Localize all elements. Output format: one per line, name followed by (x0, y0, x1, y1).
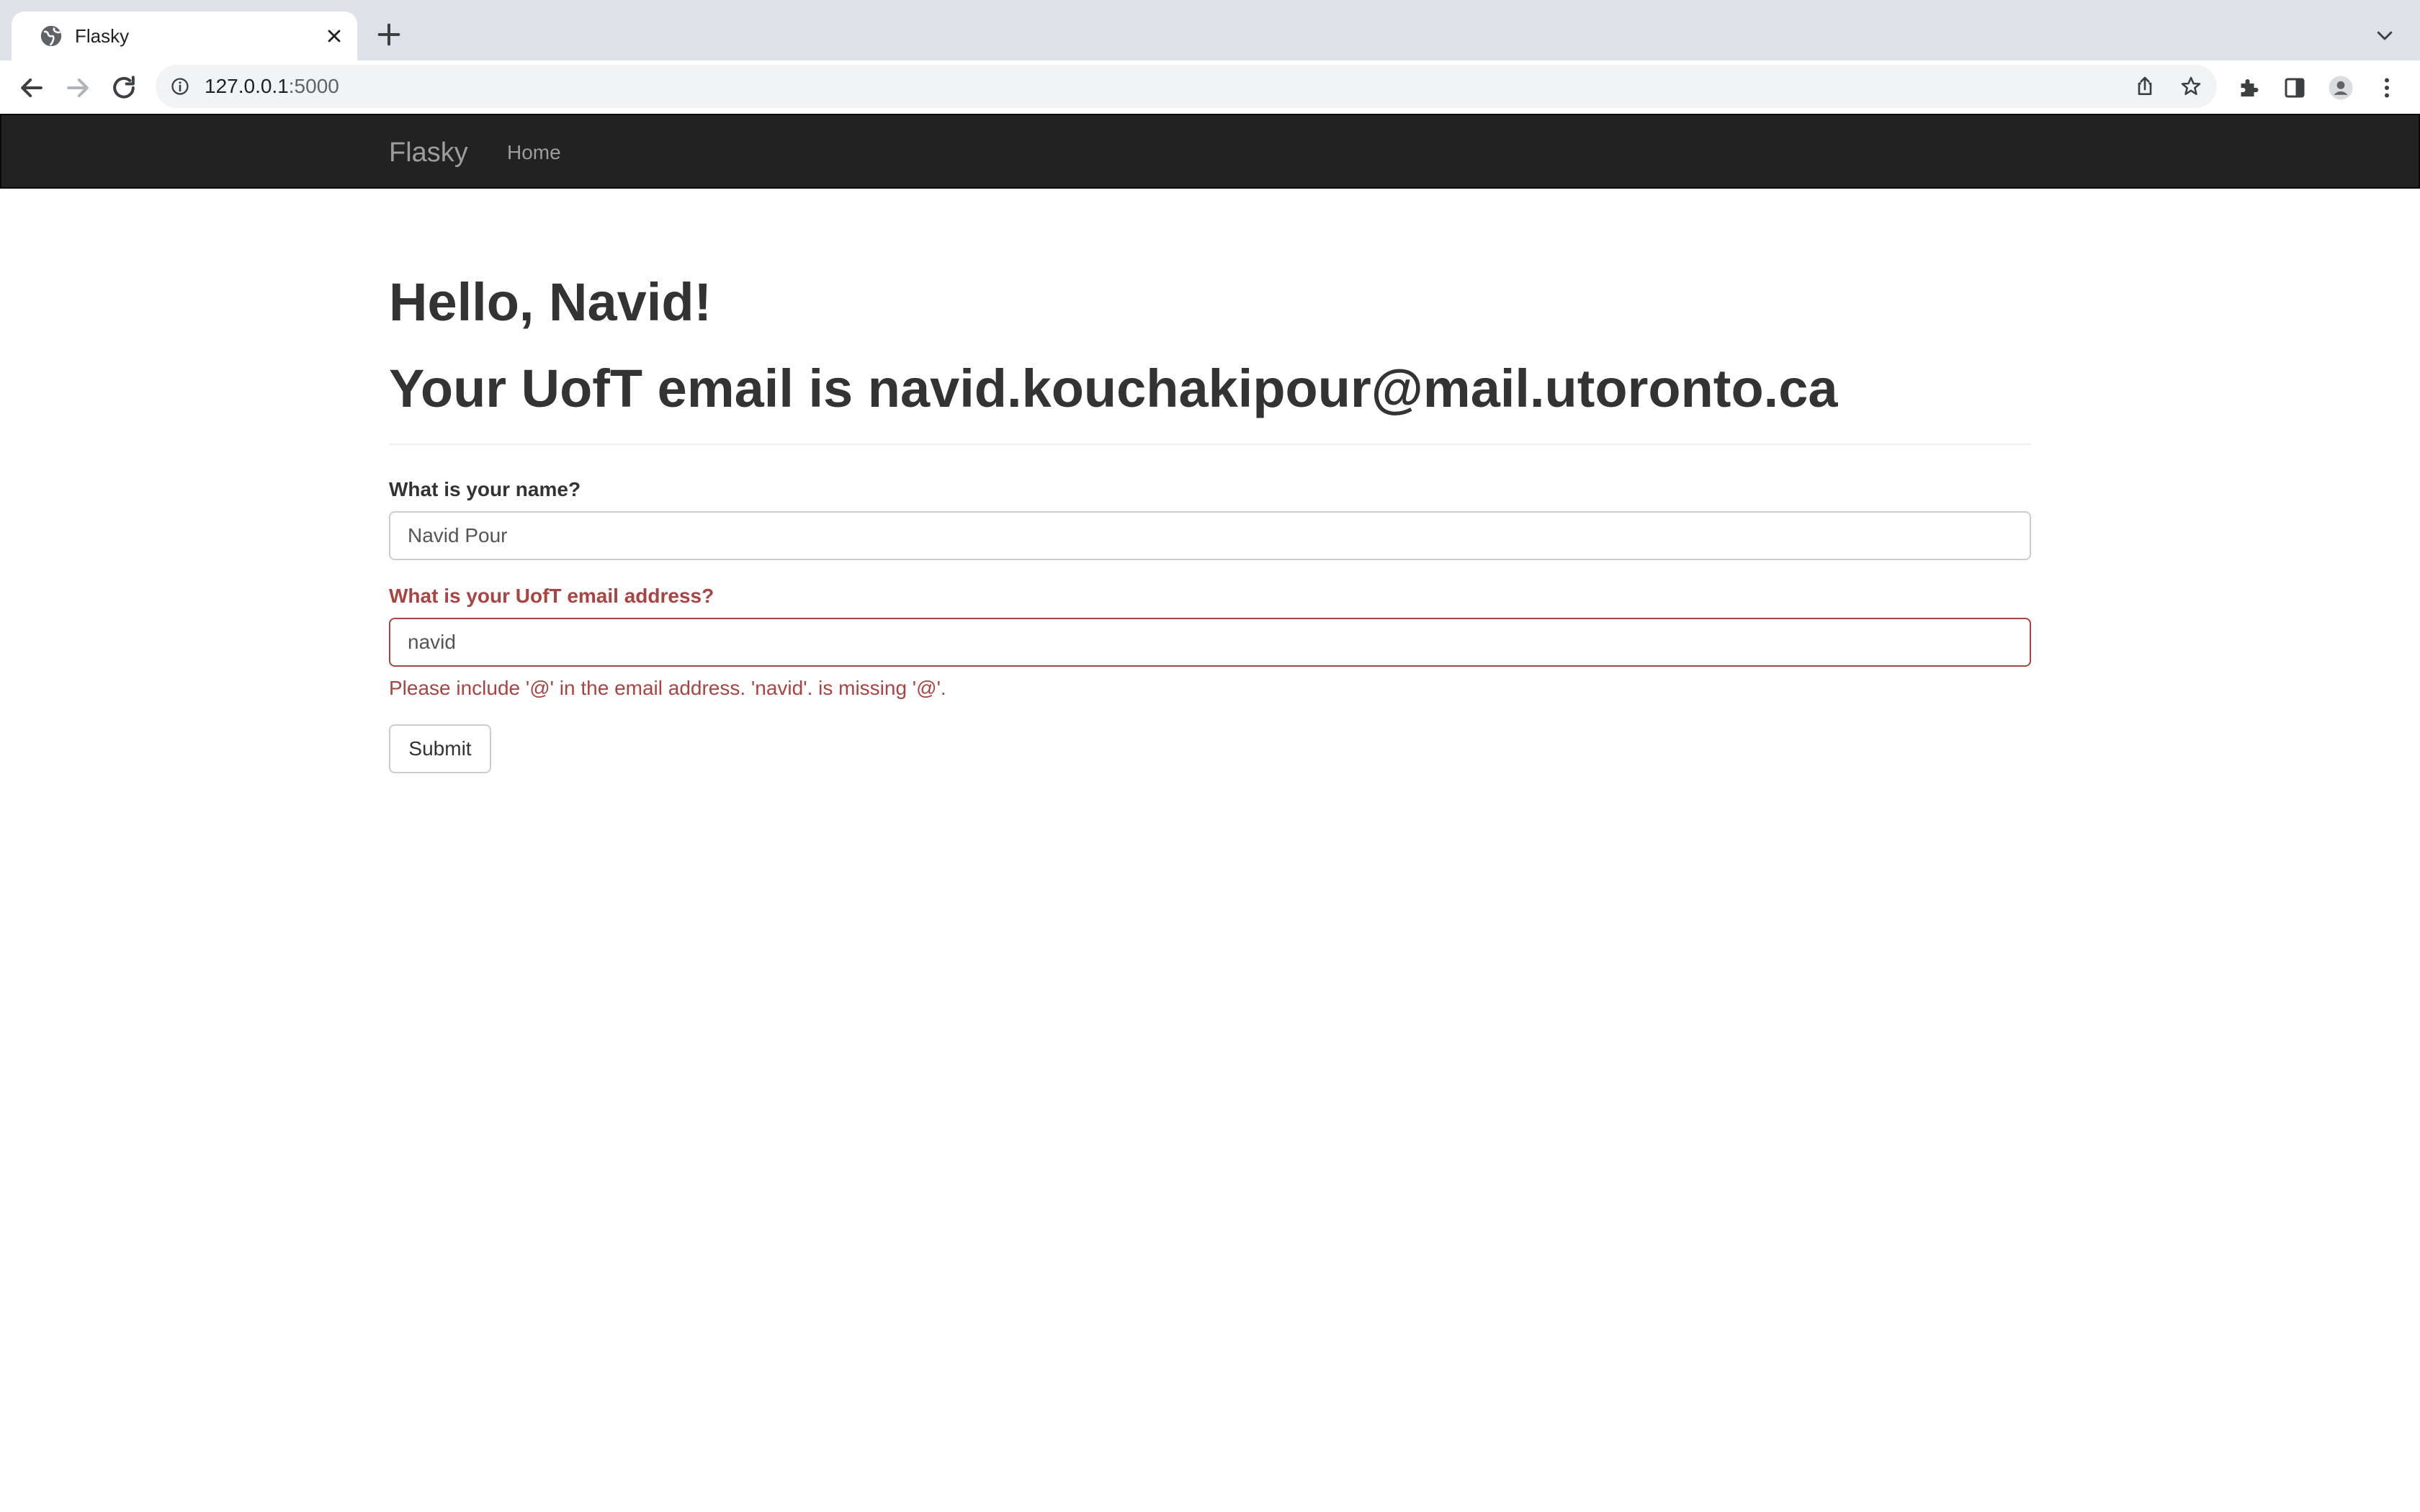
tab-list-icon[interactable] (2374, 24, 2396, 46)
site-navbar: Flasky Home (0, 114, 2420, 189)
greeting-heading: Hello, Navid! (389, 272, 712, 332)
extensions-icon[interactable] (2236, 75, 2262, 101)
side-panel-icon[interactable] (2282, 75, 2308, 101)
tab-strip: Flasky (0, 0, 2420, 60)
tab-title: Flasky (75, 25, 130, 47)
email-input[interactable] (389, 618, 2031, 667)
nav-link-home[interactable]: Home (507, 140, 561, 166)
close-icon[interactable] (324, 26, 344, 46)
name-label: What is your name? (389, 478, 581, 500)
url-text: 127.0.0.1:5000 (205, 75, 339, 98)
navbar-brand[interactable]: Flasky (389, 137, 468, 168)
star-icon[interactable] (2179, 75, 2202, 98)
name-input[interactable] (389, 511, 2031, 560)
browser-toolbar: 127.0.0.1:5000 (0, 60, 2420, 114)
reload-icon[interactable] (108, 72, 140, 104)
email-error-message: Please include '@' in the email address.… (389, 677, 946, 699)
email-heading: Your UofT email is navid.kouchakipour@ma… (389, 359, 1838, 418)
forward-icon[interactable] (62, 72, 94, 104)
address-bar[interactable]: 127.0.0.1:5000 (156, 65, 2217, 108)
browser-tab[interactable]: Flasky (12, 12, 357, 60)
back-icon[interactable] (16, 72, 48, 104)
info-icon[interactable] (170, 76, 190, 96)
new-tab-icon[interactable] (375, 20, 403, 49)
divider (389, 444, 2031, 445)
url-host: 127.0.0.1 (205, 75, 289, 97)
url-port: :5000 (288, 75, 339, 97)
menu-icon[interactable] (2374, 75, 2400, 101)
profile-icon[interactable] (2328, 75, 2354, 101)
submit-button[interactable]: Submit (389, 724, 491, 773)
email-label: What is your UofT email address? (389, 585, 714, 607)
globe-icon (40, 25, 62, 47)
share-icon[interactable] (2133, 75, 2156, 98)
